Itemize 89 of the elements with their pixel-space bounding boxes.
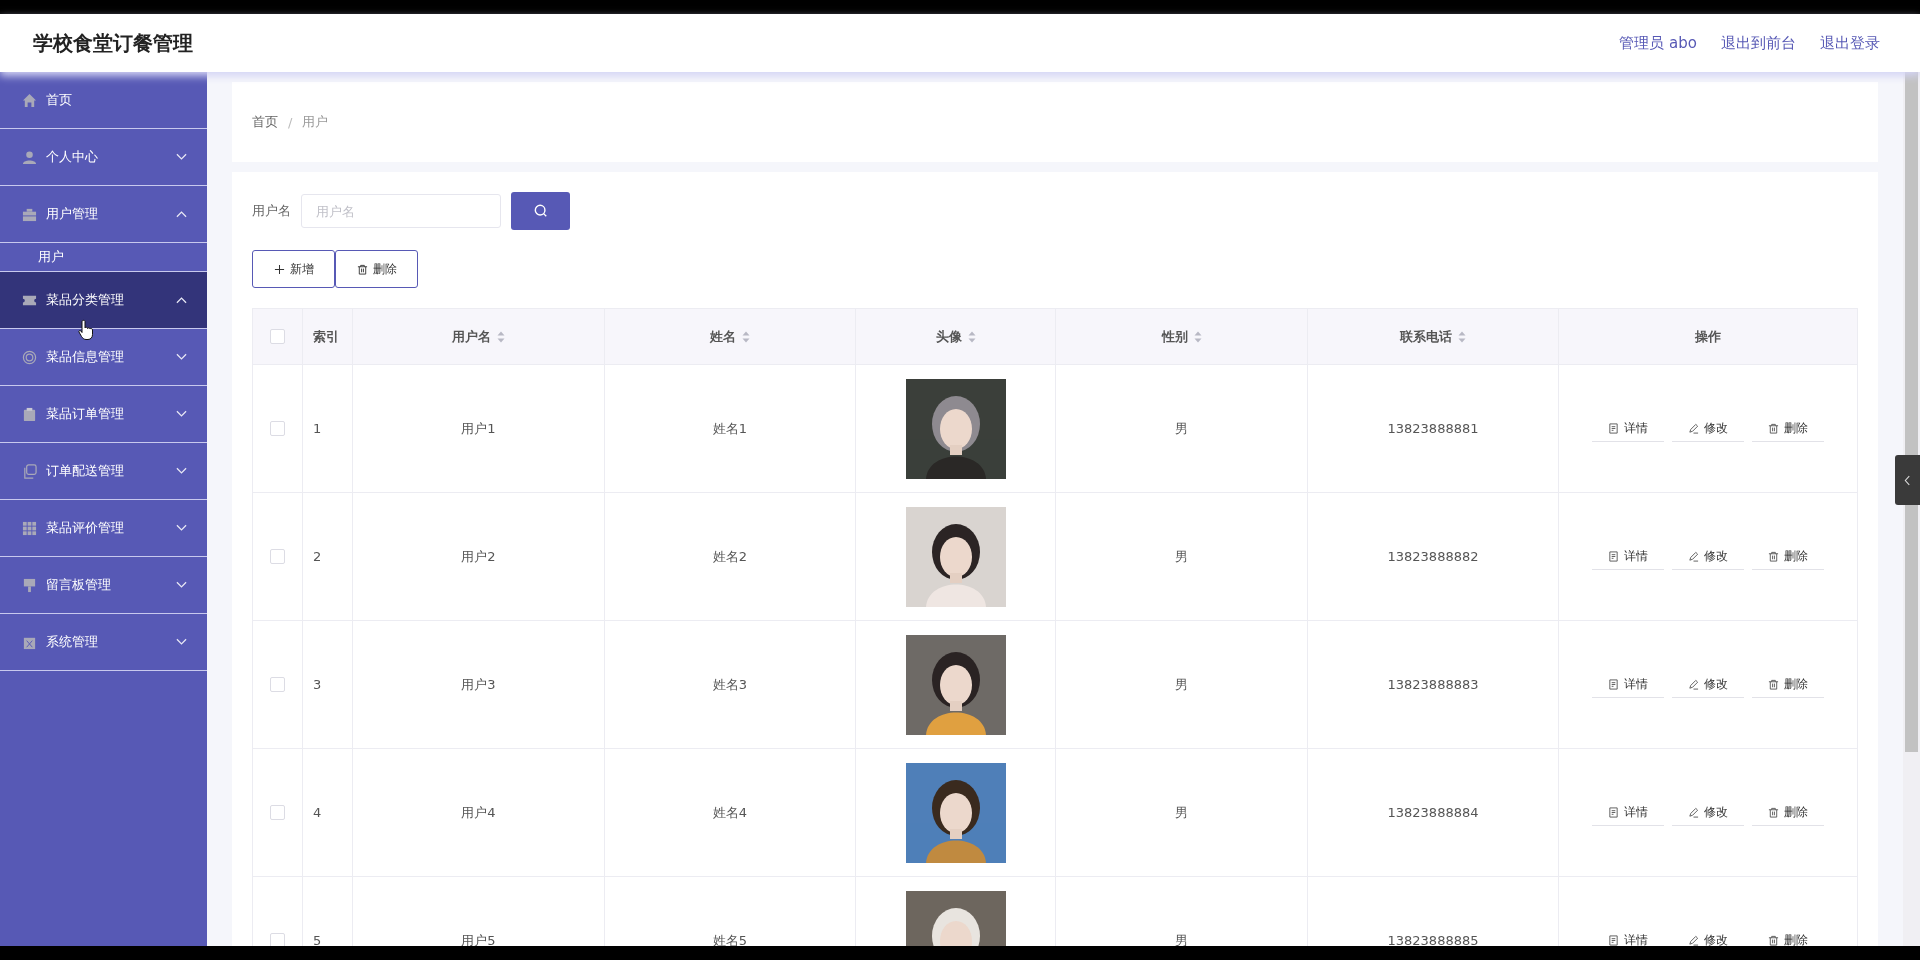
- chevron-left-icon: [1904, 474, 1911, 486]
- trash-icon: [1768, 678, 1779, 690]
- plus-icon: [273, 263, 285, 275]
- sort-icon: [1193, 330, 1202, 343]
- ring-icon: [22, 349, 37, 365]
- table-cell: 3: [303, 621, 353, 748]
- chevron-icon: [176, 353, 187, 361]
- trash-icon: [1768, 550, 1779, 562]
- row-checkbox[interactable]: [270, 933, 285, 946]
- table-cell: 13823888883: [1308, 621, 1559, 748]
- document-icon: [1608, 678, 1619, 690]
- add-button[interactable]: 新增: [252, 250, 335, 288]
- chevron-icon: [176, 524, 187, 532]
- home-icon: [22, 92, 37, 108]
- table-cell: 13823888884: [1308, 749, 1559, 876]
- select-all-checkbox[interactable]: [270, 329, 285, 344]
- copy-icon: [22, 463, 37, 479]
- table-cell: 1: [303, 365, 353, 492]
- pencil-icon: [1688, 806, 1699, 818]
- pencil-icon: [1688, 934, 1699, 946]
- sort-icon: [742, 330, 750, 343]
- column-header[interactable]: 头像: [856, 309, 1056, 364]
- chevron-icon: [176, 410, 187, 418]
- table-cell: 用户3: [353, 621, 605, 748]
- table-cell: 男: [1056, 749, 1308, 876]
- row-checkbox[interactable]: [270, 805, 285, 820]
- table-cell: 用户1: [353, 365, 605, 492]
- column-header[interactable]: 性别: [1056, 309, 1308, 364]
- table-cell: 13823888881: [1308, 365, 1559, 492]
- row-checkbox[interactable]: [270, 677, 285, 692]
- header-link[interactable]: 退出到前台: [1721, 33, 1796, 53]
- column-header[interactable]: 联系电话: [1308, 309, 1559, 364]
- sort-icon: [1458, 330, 1466, 343]
- chevron-icon: [176, 153, 187, 161]
- sort-icon: [497, 330, 505, 343]
- collapse-tab[interactable]: [1895, 455, 1920, 505]
- table-cell: 用户4: [353, 749, 605, 876]
- delete-button[interactable]: 删除: [335, 250, 418, 288]
- chevron-icon: [176, 581, 187, 589]
- search-field[interactable]: 用户名: [301, 194, 501, 228]
- briefcase-icon: [22, 206, 37, 222]
- row-checkbox[interactable]: [270, 421, 285, 436]
- chevron-icon: [176, 296, 187, 304]
- row-checkbox[interactable]: [270, 549, 285, 564]
- table-cell: 男: [1056, 621, 1308, 748]
- document-icon: [1608, 550, 1619, 562]
- header-link[interactable]: 退出登录: [1820, 33, 1880, 53]
- hand-cursor-icon: [78, 319, 94, 341]
- table-cell: 姓名4: [605, 749, 856, 876]
- pencil-icon: [1688, 422, 1699, 434]
- document-icon: [1608, 934, 1619, 946]
- app-title: 学校食堂订餐管理: [33, 29, 193, 57]
- pencil-icon: [1688, 678, 1699, 690]
- scrollbar-thumb[interactable]: [1905, 72, 1918, 752]
- clipboard-icon: [22, 406, 37, 422]
- table-cell: 男: [1056, 365, 1308, 492]
- trash-icon: [356, 263, 368, 275]
- chevron-icon: [176, 210, 187, 218]
- breadcrumb-separator: /: [288, 114, 293, 130]
- table-cell: 姓名3: [605, 621, 856, 748]
- table-cell: 男: [1056, 493, 1308, 620]
- search-label: 用户名: [252, 202, 291, 220]
- header-link[interactable]: 管理员 abo: [1619, 33, 1697, 53]
- search-button[interactable]: [511, 192, 570, 230]
- menu-item[interactable]: 菜品分类管理: [0, 272, 207, 329]
- table-cell: 姓名2: [605, 493, 856, 620]
- column-header[interactable]: 用户名: [353, 309, 605, 364]
- trash-icon: [1768, 934, 1779, 946]
- table-cell: 2: [303, 493, 353, 620]
- table-cell: 4: [303, 749, 353, 876]
- pencil-icon: [1688, 550, 1699, 562]
- table-cell: 姓名1: [605, 365, 856, 492]
- chevron-icon: [176, 638, 187, 646]
- trash-icon: [1768, 422, 1779, 434]
- column-header[interactable]: 姓名: [605, 309, 856, 364]
- column-header[interactable]: 操作: [1559, 309, 1857, 364]
- document-icon: [1608, 422, 1619, 434]
- column-header[interactable]: 索引: [303, 309, 353, 364]
- scrollbar[interactable]: [1903, 72, 1920, 946]
- chevron-icon: [176, 467, 187, 475]
- search-icon: [533, 204, 548, 218]
- breadcrumb-link[interactable]: 首页: [252, 113, 278, 131]
- table-cell: 13823888882: [1308, 493, 1559, 620]
- document-icon: [1608, 806, 1619, 818]
- trash-icon: [1768, 806, 1779, 818]
- table-cell: 用户2: [353, 493, 605, 620]
- sort-icon: [967, 330, 976, 343]
- grid-icon: [22, 520, 37, 536]
- person-icon: [22, 149, 37, 165]
